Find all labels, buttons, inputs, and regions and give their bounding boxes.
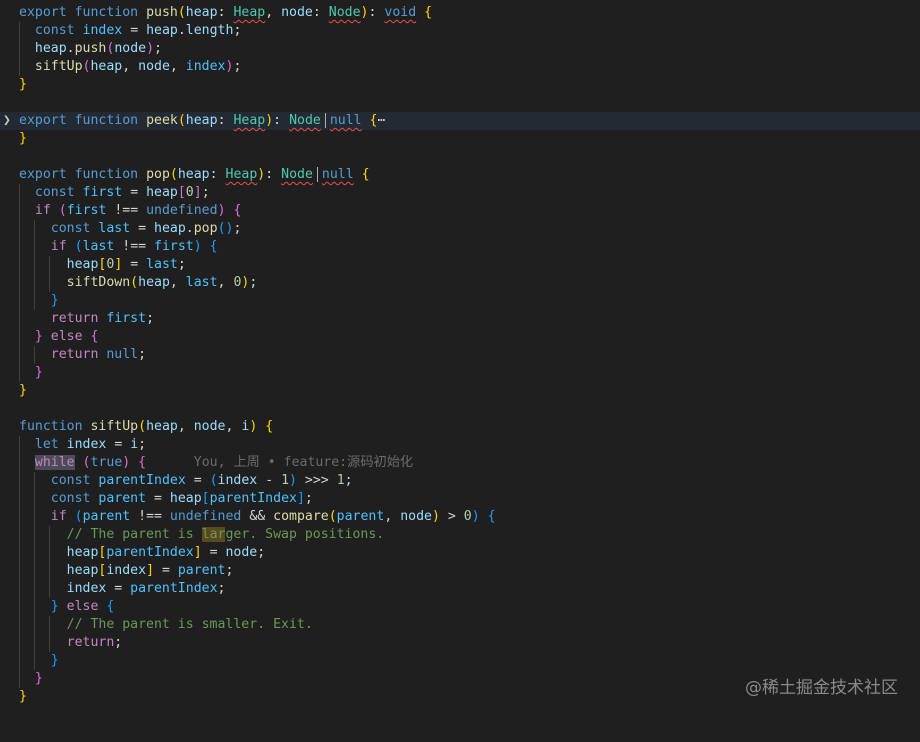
code-text: } [19, 131, 27, 146]
code-text: } else { [50, 599, 115, 614]
code-line[interactable]: siftUp(heap, node, index); [0, 58, 920, 76]
code-text: heap.push(node); [34, 41, 162, 56]
code-line[interactable]: } [0, 292, 920, 310]
code-text: export function pop(heap: Heap): Node nul… [19, 166, 370, 182]
code-text: export function peek(heap: Heap): Node nu… [19, 112, 386, 128]
code-text: siftDown(heap, last, 0); [66, 275, 258, 290]
code-line[interactable]: return; [0, 634, 920, 652]
code-line[interactable]: if (last !== first) { [0, 238, 920, 256]
code-line[interactable]: index = parentIndex; [0, 580, 920, 598]
code-text: while (true) { You, 上周 • feature:源码初始化 [34, 455, 414, 470]
code-text: } [19, 77, 27, 92]
code-line[interactable]: heap[parentIndex] = node; [0, 544, 920, 562]
code-line[interactable]: } [0, 76, 920, 94]
code-text: if (parent !== undefined && compare(pare… [50, 509, 496, 524]
code-line[interactable]: const index = heap.length; [0, 22, 920, 40]
watermark: @稀土掘金技术社区 [745, 678, 898, 698]
code-text: } [50, 293, 59, 308]
code-line[interactable]: return first; [0, 310, 920, 328]
text-cursor [324, 112, 326, 128]
code-line[interactable]: heap.push(node); [0, 40, 920, 58]
code-line[interactable]: siftDown(heap, last, 0); [0, 274, 920, 292]
code-text: } [19, 383, 27, 398]
code-text: siftUp(heap, node, index); [34, 59, 242, 74]
code-text: export function push(heap: Heap, node: N… [19, 5, 433, 20]
code-line[interactable]: const last = heap.pop(); [0, 220, 920, 238]
code-text: function siftUp(heap, node, i) { [19, 419, 274, 434]
text-cursor [316, 166, 318, 182]
code-text: } [34, 365, 43, 380]
code-line[interactable]: return null; [0, 346, 920, 364]
code-line[interactable]: if (first !== undefined) { [0, 202, 920, 220]
code-text: const first = heap[0]; [34, 185, 210, 200]
code-line[interactable]: } else { [0, 598, 920, 616]
code-text: } else { [34, 329, 99, 344]
code-line[interactable]: // The parent is larger. Swap positions. [0, 526, 920, 544]
code-text: heap[0] = last; [66, 257, 186, 272]
code-text: const parent = heap[parentIndex]; [50, 491, 313, 506]
code-text: heap[index] = parent; [66, 563, 234, 578]
code-line[interactable]: heap[index] = parent; [0, 562, 920, 580]
code-text: heap[parentIndex] = node; [66, 545, 266, 560]
code-line-current[interactable]: while (true) { You, 上周 • feature:源码初始化 [0, 454, 920, 472]
code-line[interactable]: // The parent is smaller. Exit. [0, 616, 920, 634]
code-line[interactable]: } [0, 364, 920, 382]
code-text: // The parent is smaller. Exit. [66, 617, 313, 632]
code-line[interactable]: if (parent !== undefined && compare(pare… [0, 508, 920, 526]
code-text: const parentIndex = (index - 1) >>> 1; [50, 473, 353, 488]
code-text: index = parentIndex; [66, 581, 226, 596]
code-text: return; [66, 635, 123, 650]
git-blame-annotation: You, 上周 • feature:源码初始化 [193, 455, 414, 470]
code-editor[interactable]: export function push(heap: Heap, node: N… [0, 0, 920, 716]
code-line[interactable]: export function push(heap: Heap, node: N… [0, 4, 920, 22]
code-text: return null; [50, 347, 147, 362]
code-line[interactable]: const parentIndex = (index - 1) >>> 1; [0, 472, 920, 490]
code-text: const index = heap.length; [34, 23, 242, 38]
code-text: } [19, 689, 27, 704]
code-line[interactable]: } else { [0, 328, 920, 346]
code-line[interactable]: let index = i; [0, 436, 920, 454]
code-text: // The parent is larger. Swap positions. [66, 527, 385, 542]
code-line-folded[interactable]: ❯ export function peek(heap: Heap): Node… [0, 112, 920, 130]
code-line[interactable]: } [0, 130, 920, 148]
chevron-right-icon[interactable]: ❯ [3, 112, 11, 130]
code-line[interactable]: function siftUp(heap, node, i) { [0, 418, 920, 436]
code-text: const last = heap.pop(); [50, 221, 242, 236]
code-text: if (first !== undefined) { [34, 203, 242, 218]
code-text: let index = i; [34, 437, 147, 452]
code-line[interactable]: const parent = heap[parentIndex]; [0, 490, 920, 508]
code-line[interactable]: export function pop(heap: Heap): Node nul… [0, 166, 920, 184]
code-line[interactable]: heap[0] = last; [0, 256, 920, 274]
code-text: } [34, 671, 43, 686]
code-line[interactable]: const first = heap[0]; [0, 184, 920, 202]
code-text: if (last !== first) { [50, 239, 218, 254]
code-text: } [50, 653, 59, 668]
code-line[interactable]: } [0, 652, 920, 670]
code-line[interactable]: } [0, 382, 920, 400]
code-text: return first; [50, 311, 155, 326]
